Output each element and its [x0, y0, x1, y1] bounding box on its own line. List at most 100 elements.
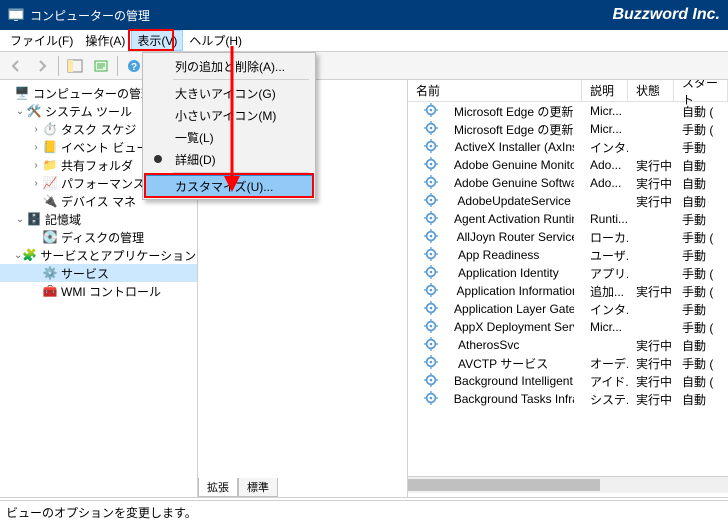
- menu-view[interactable]: 表示(V): [131, 30, 183, 51]
- export-list-button[interactable]: [89, 54, 113, 78]
- back-button[interactable]: [4, 54, 28, 78]
- dd-large-icons[interactable]: 大きいアイコン(G): [145, 82, 313, 104]
- service-startup: 手動 (: [674, 283, 728, 300]
- service-startup: 自動 (: [674, 103, 728, 120]
- service-name: AppX Deployment Service (...: [446, 320, 574, 334]
- service-startup: 手動 (: [674, 265, 728, 282]
- menu-action[interactable]: 操作(A): [79, 30, 131, 51]
- service-desc: アイド...: [582, 373, 628, 390]
- tree-services[interactable]: ›⚙️サービス: [0, 264, 197, 282]
- services-header[interactable]: 名前 説明 状態 スタート: [408, 80, 728, 102]
- service-name: Microsoft Edge の更新 サー...: [446, 103, 574, 120]
- service-row[interactable]: AVCTP サービスオーデ...実行中手動 (: [408, 354, 728, 372]
- service-startup: 自動: [674, 337, 728, 354]
- service-row[interactable]: AppX Deployment Service (...Micr...手動 (: [408, 318, 728, 336]
- menu-file[interactable]: ファイル(F): [4, 30, 79, 51]
- tab-standard[interactable]: 標準: [238, 478, 278, 497]
- service-row[interactable]: Microsoft Edge の更新 サー...Micr...手動 (: [408, 120, 728, 138]
- storage-icon: 🗄️: [26, 211, 42, 227]
- service-row[interactable]: AllJoyn Router Service ローカ... 手動 (: [408, 228, 728, 246]
- gear-icon: [416, 247, 446, 264]
- gear-icon: [416, 121, 442, 138]
- gear-icon: [416, 157, 442, 174]
- horizontal-scrollbar[interactable]: [408, 476, 728, 493]
- col-startup[interactable]: スタート: [674, 80, 728, 101]
- tab-extended[interactable]: 拡張: [198, 478, 238, 497]
- service-row[interactable]: Agent Activation Runtime_1... Runti... 手動: [408, 210, 728, 228]
- service-row[interactable]: Background Intelligent Tran...アイド...実行中自…: [408, 372, 728, 390]
- menu-help[interactable]: ヘルプ(H): [183, 30, 248, 51]
- service-name: Application Layer Gateway ...: [446, 302, 574, 316]
- service-name: Application Information: [449, 284, 574, 298]
- tree-services-apps[interactable]: ⌄🧩サービスとアプリケーション: [0, 246, 197, 264]
- service-name: Application Identity: [450, 266, 567, 280]
- gear-icon: [416, 211, 442, 228]
- view-dropdown: 列の追加と削除(A)... 大きいアイコン(G) 小さいアイコン(M) 一覧(L…: [142, 52, 316, 200]
- dd-details[interactable]: 詳細(D): [145, 148, 313, 170]
- gear-icon: [416, 391, 442, 408]
- wmi-icon: 🧰: [42, 283, 58, 299]
- tree-wmi-control[interactable]: ›🧰WMI コントロール: [0, 282, 197, 300]
- gear-icon: [416, 283, 445, 300]
- gear-icon: [416, 337, 446, 354]
- service-row[interactable]: Adobe Genuine Software In...Ado...実行中自動: [408, 174, 728, 192]
- dd-list[interactable]: 一覧(L): [145, 126, 313, 148]
- service-name: AllJoyn Router Service: [449, 230, 574, 244]
- tree-disk-management[interactable]: ›💽ディスクの管理: [0, 228, 197, 246]
- computer-icon: 🖥️: [14, 85, 30, 101]
- service-desc: ローカ...: [582, 229, 628, 246]
- perf-icon: 📈: [42, 175, 58, 191]
- service-desc: Ado...: [582, 158, 628, 172]
- service-desc: アプリ...: [582, 265, 628, 282]
- service-startup: 自動 (: [674, 373, 728, 390]
- service-row[interactable]: Adobe Genuine Monitor Ser...Ado...実行中自動: [408, 156, 728, 174]
- tree-storage[interactable]: ⌄🗄️記憶域: [0, 210, 197, 228]
- menu-bar: ファイル(F) 操作(A) 表示(V) ヘルプ(H): [0, 30, 728, 52]
- service-row[interactable]: Application Identity アプリ... 手動 (: [408, 264, 728, 282]
- service-desc: Micr...: [582, 122, 628, 136]
- device-icon: 🔌: [42, 193, 58, 209]
- service-row[interactable]: ActiveX Installer (AxInstSV)インタ...手動: [408, 138, 728, 156]
- service-status: 実行中: [628, 337, 674, 354]
- service-status: 実行中: [628, 373, 674, 390]
- service-row[interactable]: AtherosSvc実行中自動: [408, 336, 728, 354]
- service-name: AVCTP サービス: [450, 355, 556, 372]
- service-row[interactable]: Microsoft Edge の更新 サー...Micr...自動 (: [408, 102, 728, 120]
- gear-icon: [416, 355, 446, 372]
- dd-customize[interactable]: カスタマイズ(U)...: [145, 175, 313, 197]
- service-row[interactable]: Application Information追加...実行中手動 (: [408, 282, 728, 300]
- service-row[interactable]: Application Layer Gateway ...インタ...手動: [408, 300, 728, 318]
- service-row[interactable]: App Readinessユーザ...手動: [408, 246, 728, 264]
- service-desc: システ...: [582, 391, 628, 408]
- service-name: App Readiness: [450, 248, 547, 262]
- service-desc: インタ...: [582, 139, 628, 156]
- service-row[interactable]: AdobeUpdateService実行中自動: [408, 192, 728, 210]
- service-startup: 手動 (: [674, 121, 728, 138]
- disk-icon: 💽: [42, 229, 58, 245]
- brand-label: Buzzword Inc.: [612, 6, 720, 24]
- services-apps-icon: 🧩: [22, 247, 37, 263]
- service-row[interactable]: Background Tasks Infrastruc...システ...実行中自…: [408, 390, 728, 408]
- service-desc: Runti...: [582, 212, 628, 226]
- services-list-pane: 名前 説明 状態 スタート Microsoft Edge の更新 サー...Mi…: [408, 80, 728, 497]
- service-status: 実行中: [628, 283, 674, 300]
- service-name: ActiveX Installer (AxInstSV): [447, 140, 574, 154]
- workspace: ▾🖥️コンピューターの管理 ( ⌄🛠️システム ツール ›⏱️タスク スケジ ›…: [0, 80, 728, 498]
- dd-small-icons[interactable]: 小さいアイコン(M): [145, 104, 313, 126]
- gear-icon: [416, 193, 445, 210]
- dd-add-remove-columns[interactable]: 列の追加と削除(A)...: [145, 55, 313, 77]
- col-desc[interactable]: 説明: [582, 80, 628, 101]
- services-body[interactable]: Microsoft Edge の更新 サー...Micr...自動 (Micro…: [408, 102, 728, 476]
- forward-button[interactable]: [30, 54, 54, 78]
- gear-icon: [416, 229, 445, 246]
- col-status[interactable]: 状態: [628, 80, 674, 101]
- show-hide-tree-button[interactable]: [63, 54, 87, 78]
- col-name[interactable]: 名前: [408, 80, 582, 101]
- service-name: Agent Activation Runtime_1...: [446, 212, 574, 226]
- service-startup: 自動: [674, 175, 728, 192]
- service-startup: 手動 (: [674, 229, 728, 246]
- service-startup: 手動 (: [674, 319, 728, 336]
- service-startup: 手動: [674, 211, 728, 228]
- gear-icon: [416, 103, 442, 120]
- mmc-icon: [8, 7, 24, 23]
